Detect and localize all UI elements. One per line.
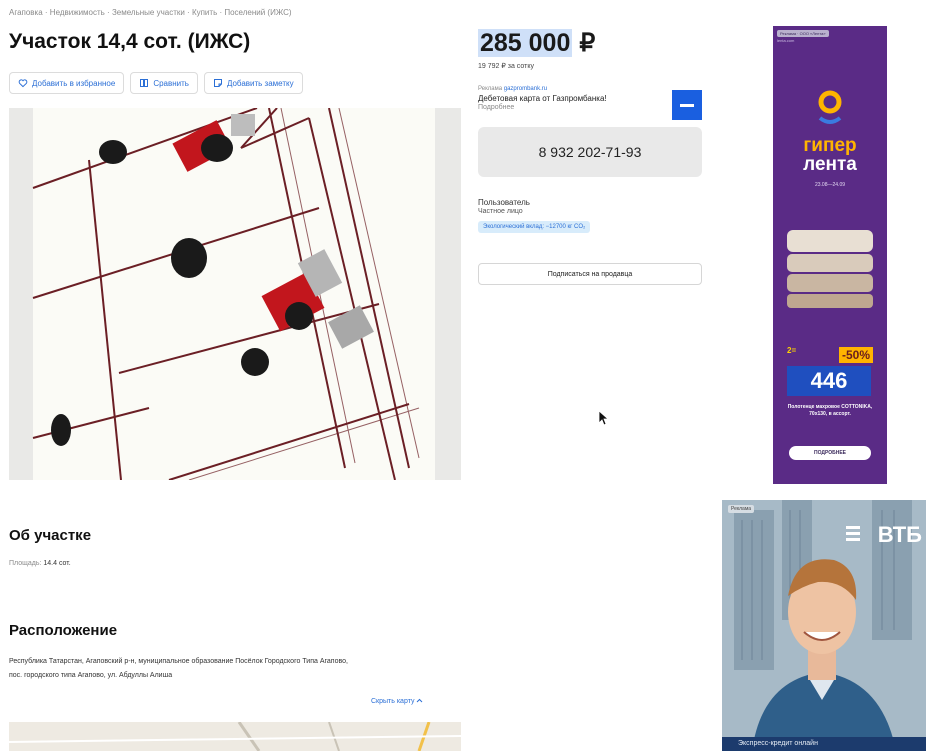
promo-dates: 23.08—24.09: [814, 182, 846, 188]
vtb-ad-banner[interactable]: Реклама ВТБ Экспресс-кредит онлайн: [722, 500, 926, 751]
seller-type: Частное лицо: [478, 208, 523, 215]
discount-badge: -50%: [839, 347, 874, 363]
hide-map-link[interactable]: Скрыть карту: [371, 698, 423, 705]
add-note-button[interactable]: Добавить заметку: [203, 72, 303, 94]
subscribe-seller-button[interactable]: Подписаться на продавца: [478, 263, 702, 285]
area-label: Площадь:: [9, 560, 42, 567]
promo-more-link[interactable]: Подробнее: [478, 104, 702, 111]
compare-icon: [140, 79, 149, 87]
add-to-favorites-label: Добавить в избранное: [32, 78, 116, 88]
ad-chip: Реклама · ООО «Лента»: [777, 30, 829, 37]
towels-image: [787, 230, 873, 308]
price-currency: ₽: [579, 29, 596, 57]
compare-label: Сравнить: [153, 78, 189, 88]
compare-button[interactable]: Сравнить: [130, 72, 198, 94]
show-phone-button[interactable]: 8 932 202-71-93: [478, 127, 702, 177]
vtb-caption: Экспресс-кредит онлайн: [722, 737, 926, 751]
ad-chip: Реклама: [728, 505, 755, 513]
ad-description: Полотенце махровое COTTONIKA, 70х130, в …: [787, 404, 873, 417]
bank-promo[interactable]: Реклама gazprombank.ru Дебетовая карта о…: [478, 86, 702, 120]
price: 285 000 ₽: [478, 28, 595, 58]
chevron-up-icon: [417, 698, 423, 703]
area-value: 14.4 сот.: [43, 560, 71, 567]
seller-info: Пользователь Частное лицо Экологический …: [478, 198, 591, 233]
add-note-label: Добавить заметку: [226, 78, 294, 88]
breadcrumb[interactable]: Агаповка · Недвижимость · Земельные учас…: [9, 8, 292, 17]
promo-link[interactable]: gazprombank.ru: [504, 86, 547, 92]
seller-name[interactable]: Пользователь: [478, 198, 590, 207]
ad-domain: lenta.com: [777, 38, 795, 43]
address-text: Республика Татарстан, Агаповский р-н, му…: [9, 658, 348, 679]
note-icon: [213, 79, 222, 87]
lenta-brand-bottom: лента: [803, 154, 857, 175]
lenta-ad-banner[interactable]: Реклама · ООО «Лента» lenta.com гипер ле…: [773, 26, 887, 484]
promo-tag: Реклама gazprombank.ru: [478, 86, 702, 92]
area-line: Площадь: 14.4 сот.: [9, 560, 71, 567]
about-heading: Об участке: [9, 527, 92, 544]
promo-text[interactable]: Дебетовая карта от Газпромбанка!: [478, 94, 658, 103]
price-value: 285 000: [478, 29, 573, 57]
two-for-label: 2=: [787, 346, 797, 355]
map-image: [9, 722, 461, 751]
ad-more-button[interactable]: ПОДРОБНЕЕ: [789, 446, 871, 460]
add-to-favorites-button[interactable]: Добавить в избранное: [9, 72, 125, 94]
price-per-unit: 19 792 ₽ за сотку: [478, 63, 534, 70]
cadastral-plan-image: [9, 108, 461, 480]
bank-logo-icon: [672, 90, 702, 120]
page-title: Участок 14,4 сот. (ИЖС): [9, 30, 251, 53]
eco-badge: Экологический вклад: −12700 кг CO₂: [478, 221, 591, 233]
ad-price: 446: [787, 366, 871, 396]
photo-gallery[interactable]: [9, 108, 461, 480]
lenta-logo-icon: [818, 90, 842, 124]
vtb-logo: ВТБ: [877, 522, 922, 547]
listing-actions: Добавить в избранное Сравнить Добавить з…: [9, 72, 303, 94]
location-map[interactable]: [9, 722, 461, 751]
heart-icon: [18, 79, 28, 88]
promo-tag-prefix: Реклама: [478, 86, 503, 92]
hide-map-label: Скрыть карту: [371, 698, 415, 705]
location-heading: Расположение: [9, 622, 118, 639]
mouse-pointer-icon: [598, 410, 608, 426]
